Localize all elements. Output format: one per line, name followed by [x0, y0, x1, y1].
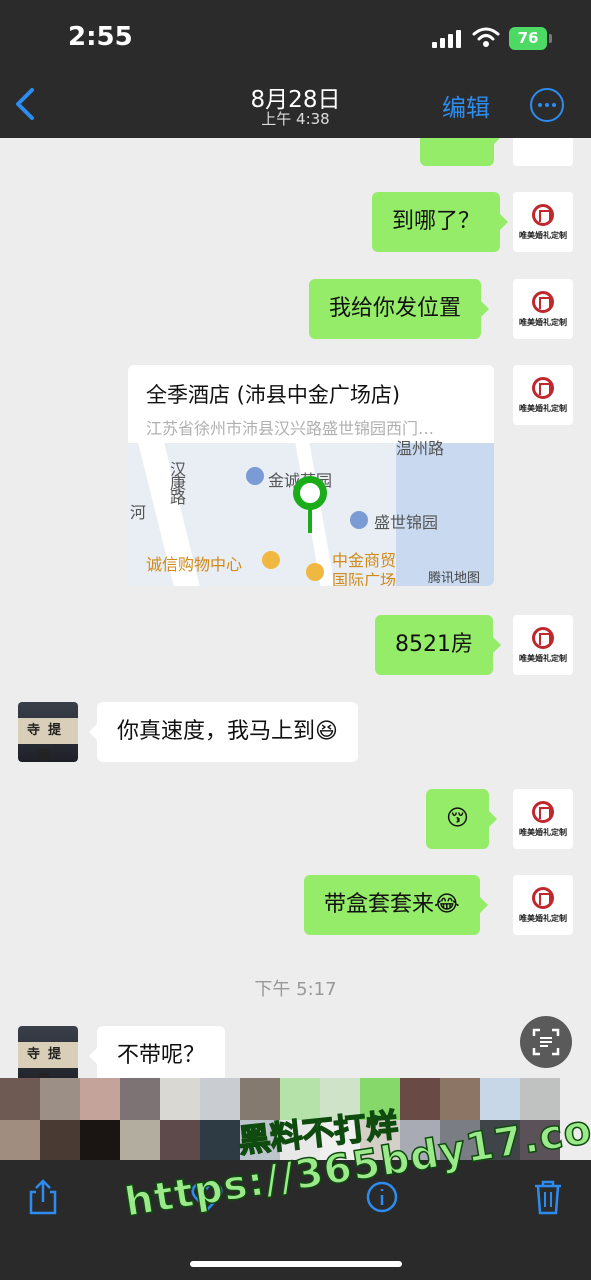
message-bubble[interactable]: 8521房: [375, 615, 501, 675]
map-label-poi: 盛世锦园: [374, 513, 439, 532]
contact-avatar[interactable]: 寺提菩: [18, 1026, 78, 1086]
map-label-road: 汉康路: [167, 461, 186, 503]
location-map[interactable]: 汉康路 河 温州路 金诚苑园 盛世锦园 诚信购物中心 中金商贸 国际广场 腾讯地…: [128, 439, 494, 586]
pixel-block: [120, 1078, 160, 1120]
poi-icon: [350, 511, 368, 529]
message-bubble[interactable]: 到哪了？: [372, 192, 509, 252]
pixel-block: [0, 1078, 40, 1120]
status-time: 2:55: [68, 22, 133, 52]
location-card[interactable]: 全季酒店 (沛县中金广场店) 江苏省徐州市沛县汉兴路盛世锦园西门… 汉康路 河 …: [128, 365, 494, 586]
pixel-block: [80, 1120, 120, 1162]
map-pin-stem: [308, 509, 312, 533]
home-indicator: [190, 1261, 402, 1267]
chat-header: 8月28日 上午 4:38 编辑: [0, 70, 591, 138]
message-bubble[interactable]: 不带呢？: [88, 1026, 226, 1086]
my-avatar[interactable]: 唯美婚礼定制: [513, 789, 573, 849]
poi-icon: [306, 563, 324, 581]
scan-text-button[interactable]: [520, 1016, 572, 1068]
pixel-block: [160, 1120, 200, 1162]
chat-timestamp: 下午 5:17: [254, 979, 337, 1000]
location-address: 江苏省徐州市沛县汉兴路盛世锦园西门…: [146, 419, 435, 438]
pixel-block: [80, 1078, 120, 1120]
wifi-icon: [472, 27, 500, 47]
poi-icon: [246, 467, 264, 485]
my-avatar[interactable]: 唯美婚礼定制: [513, 365, 573, 425]
pixel-block: [480, 1078, 520, 1120]
location-title: 全季酒店 (沛县中金广场店): [146, 383, 401, 407]
scan-text-icon: [532, 1028, 560, 1056]
map-label-river: 河: [130, 503, 147, 522]
map-label-poi: 诚信购物中心: [146, 555, 243, 574]
pixel-block: [160, 1078, 200, 1120]
my-avatar[interactable]: [513, 138, 573, 166]
pixel-block: [440, 1078, 480, 1120]
contact-avatar[interactable]: 寺提菩: [18, 702, 78, 762]
trash-icon[interactable]: [531, 1178, 565, 1216]
chat-area[interactable]: 到哪了？ 唯美婚礼定制 我给你发位置 唯美婚礼定制 全季酒店 (沛县中金广场店)…: [0, 138, 591, 1138]
pixel-block: [400, 1078, 440, 1120]
pixel-block: [200, 1120, 240, 1162]
status-bar: 2:55 76: [0, 0, 591, 70]
share-icon[interactable]: [26, 1178, 60, 1216]
signal-icon: [432, 30, 464, 48]
battery-icon: 76: [509, 27, 552, 50]
pixel-block: [40, 1078, 80, 1120]
header-time: 上午 4:38: [261, 110, 330, 128]
pixel-block: [200, 1078, 240, 1120]
my-avatar[interactable]: 唯美婚礼定制: [513, 875, 573, 935]
pixel-block: [0, 1120, 40, 1162]
message-bubble[interactable]: 😚: [426, 789, 497, 849]
map-label-poi: 国际广场: [332, 571, 397, 586]
my-avatar[interactable]: 唯美婚礼定制: [513, 615, 573, 675]
message-bubble[interactable]: 你真速度，我马上到😆: [89, 702, 358, 762]
message-bubble[interactable]: 带盒套套来😂: [304, 875, 488, 935]
map-pin-icon: [293, 476, 327, 510]
pixel-block: [40, 1120, 80, 1162]
map-label-road2: 温州路: [396, 439, 445, 458]
poi-icon: [262, 551, 280, 569]
edit-button[interactable]: 编辑: [442, 88, 490, 123]
pixel-block: [120, 1120, 160, 1162]
message-bubble[interactable]: 我给你发位置: [309, 279, 490, 339]
my-avatar[interactable]: 唯美婚礼定制: [513, 279, 573, 339]
my-avatar[interactable]: 唯美婚礼定制: [513, 192, 573, 252]
map-provider-label: 腾讯地图: [428, 571, 481, 586]
more-options-icon[interactable]: [530, 88, 564, 122]
message-bubble-partial[interactable]: [420, 138, 502, 166]
